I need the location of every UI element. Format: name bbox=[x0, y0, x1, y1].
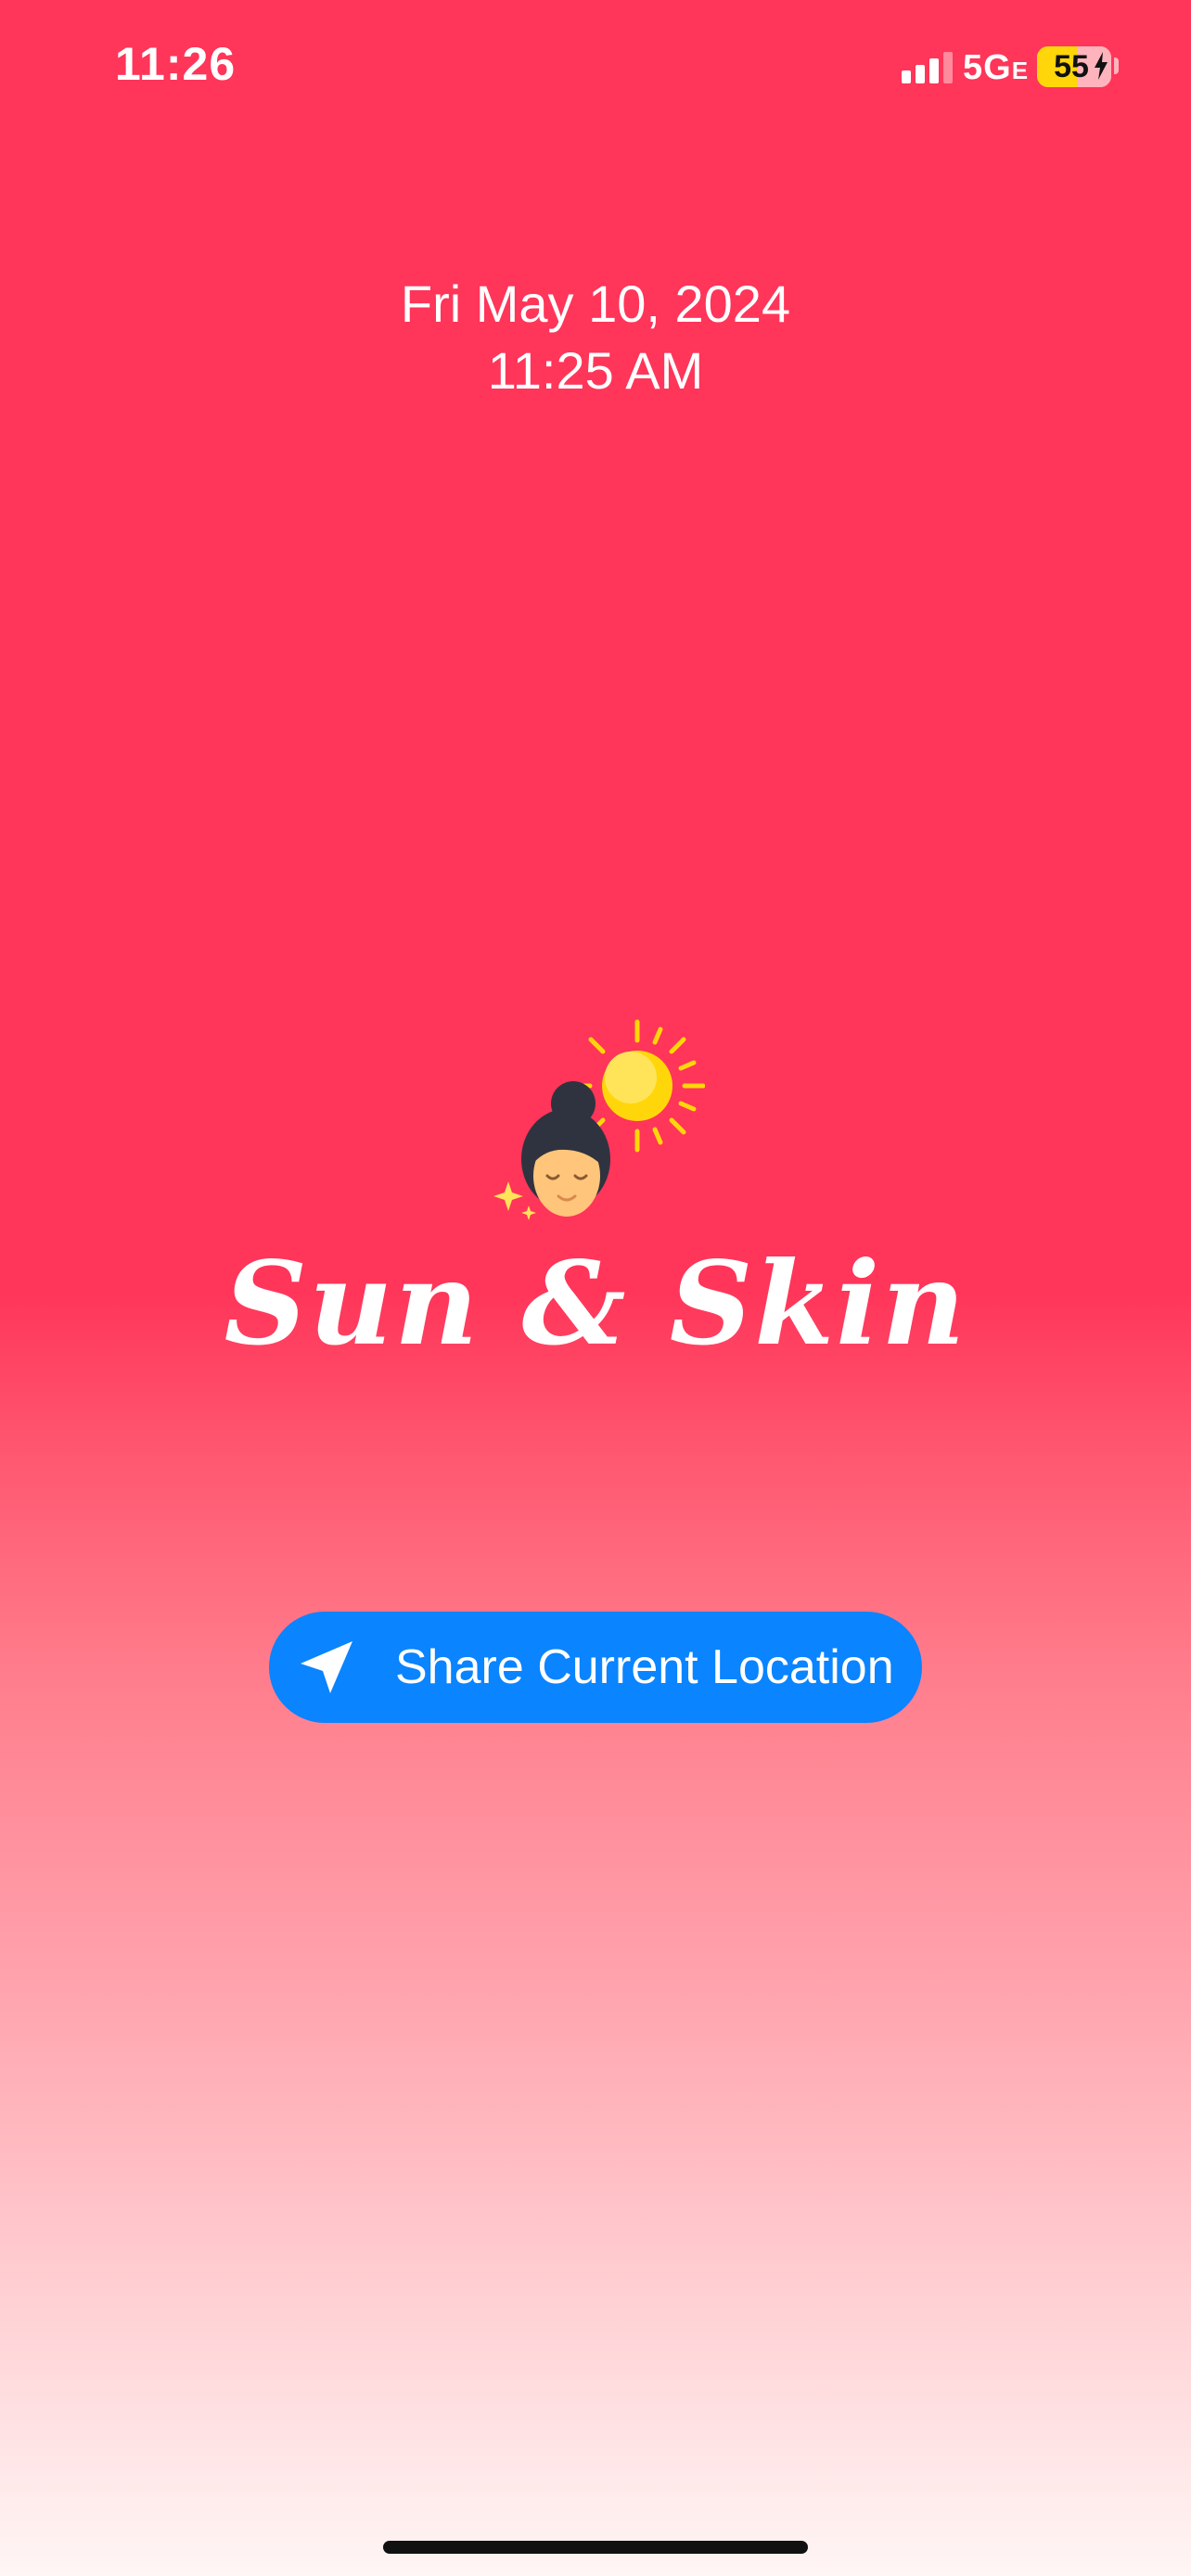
sun-and-face-icon bbox=[493, 1019, 705, 1220]
status-bar: 11:26 5GE 55 bbox=[0, 0, 1191, 130]
share-location-button[interactable]: Share Current Location bbox=[269, 1612, 922, 1723]
share-location-label: Share Current Location bbox=[395, 1640, 894, 1694]
location-arrow-icon bbox=[301, 1641, 352, 1693]
status-time: 11:26 bbox=[115, 38, 237, 90]
network-suffix: E bbox=[1011, 57, 1030, 84]
battery-terminal bbox=[1114, 57, 1119, 74]
current-time: 11:25 AM bbox=[487, 341, 704, 400]
network-label: 5G bbox=[963, 48, 1012, 87]
battery-indicator: 55 bbox=[1037, 46, 1111, 87]
charging-bolt-icon bbox=[1095, 52, 1108, 80]
network-type: 5GE bbox=[963, 48, 1029, 88]
app-title: Sun & Skin bbox=[224, 1237, 967, 1371]
cellular-signal-icon bbox=[902, 52, 953, 83]
current-date: Fri May 10, 2024 bbox=[400, 274, 791, 333]
home-indicator[interactable] bbox=[383, 2541, 808, 2554]
date-time-header: Fri May 10, 2024 11:25 AM bbox=[0, 271, 1191, 404]
